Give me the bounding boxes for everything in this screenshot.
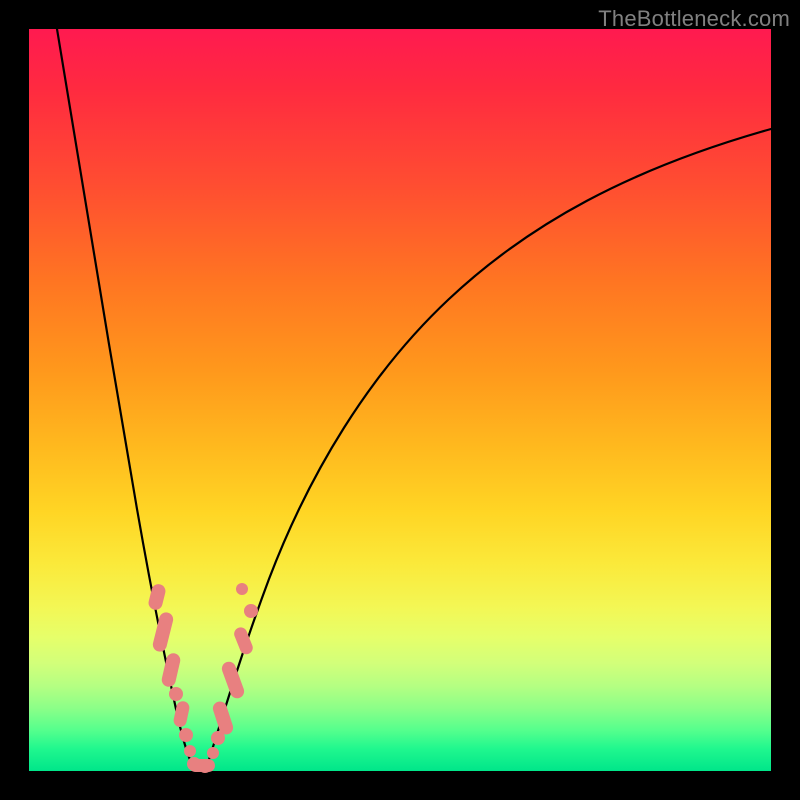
curve-layer <box>29 29 771 771</box>
marker-dot <box>207 747 219 759</box>
marker-dot <box>184 745 196 757</box>
marker-dot <box>179 728 193 742</box>
marker-pill <box>189 759 215 772</box>
chart-frame: TheBottleneck.com <box>0 0 800 800</box>
marker-pill <box>160 652 181 688</box>
marker-dot <box>236 583 248 595</box>
marker-pill <box>147 583 167 612</box>
watermark-text: TheBottleneck.com <box>598 6 790 32</box>
curve-right <box>206 129 771 769</box>
marker-pill <box>151 611 174 653</box>
plot-area <box>29 29 771 771</box>
marker-dot <box>244 604 258 618</box>
marker-pill <box>220 660 246 700</box>
marker-pill <box>211 700 235 737</box>
marker-dot <box>169 687 183 701</box>
